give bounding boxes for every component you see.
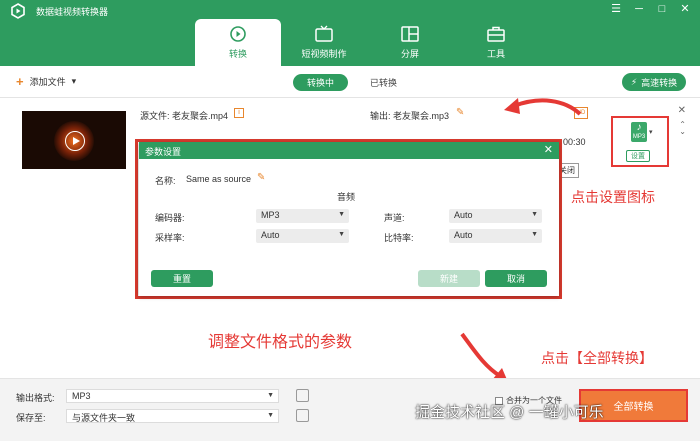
new-button[interactable]: 新建	[418, 270, 480, 287]
format-settings-highlight: ♪ MP3 ▾ 设置	[611, 116, 669, 167]
plus-icon: +	[16, 73, 24, 89]
tab-label: 转换	[228, 49, 247, 59]
output-format-value: MP3	[72, 391, 91, 401]
fast-convert-button[interactable]: ⚡ 高速转换	[622, 73, 686, 91]
annotation-click-convert-all: 点击【全部转换】	[541, 350, 653, 366]
format-settings-icon[interactable]	[296, 389, 309, 402]
source-label: 源文件:	[140, 111, 170, 121]
name-label: 名称:	[155, 176, 176, 186]
annotation-click-settings: 点击设置图标	[571, 189, 655, 205]
app-title: 数据蛙视频转换器	[36, 7, 109, 17]
channel-select[interactable]: Auto ▼	[449, 209, 542, 223]
output-format-select[interactable]: MP3 ▼	[66, 389, 279, 403]
dialog-title: 参数设置	[145, 147, 182, 157]
app-logo-icon	[11, 3, 25, 19]
output-file: 输出: 老友聚会.mp3	[370, 109, 449, 122]
audio-file-icon[interactable]: ♪ MP3	[631, 122, 647, 142]
convert-icon	[230, 26, 246, 42]
chevron-down-icon: ▼	[338, 231, 345, 238]
status-segment: 转换中 已转换	[293, 74, 411, 91]
tab-label: 分屏	[400, 49, 419, 59]
chevron-down-icon[interactable]: ▾	[72, 76, 77, 87]
duration: 00:30	[563, 137, 586, 147]
tab-split-screen[interactable]: 分屏	[367, 19, 453, 66]
tab-converted[interactable]: 已转换	[356, 74, 411, 91]
sample-rate-label: 采样率:	[155, 233, 185, 243]
video-thumbnail[interactable]	[22, 111, 126, 169]
cancel-button[interactable]: 取消	[485, 270, 547, 287]
close-button[interactable]: ✕	[678, 2, 692, 16]
annotation-adjust-params: 调整文件格式的参数	[208, 334, 353, 351]
folder-icon[interactable]	[296, 409, 309, 422]
chevron-down-icon: ▼	[531, 231, 538, 238]
dialog-header: 参数设置 ✕	[139, 142, 559, 159]
output-label: 输出:	[370, 111, 391, 121]
chevron-down-icon: ▼	[267, 392, 274, 399]
name-value: Same as source	[186, 174, 252, 184]
close-icon[interactable]: ✕	[544, 143, 553, 156]
add-file-label: 添加文件	[29, 77, 66, 87]
parameter-settings-dialog: 参数设置 ✕ 名称: Same as source ✎ 音频 编码器: MP3 …	[139, 142, 559, 296]
channel-value: Auto	[454, 210, 473, 220]
output-name: 老友聚会.mp3	[393, 111, 450, 121]
toolbar: + 添加文件 ▾ 转换中 已转换 ⚡ 高速转换	[0, 66, 700, 98]
lightning-icon: ⚡	[630, 76, 638, 87]
bitrate-value: Auto	[454, 230, 473, 240]
tab-convert[interactable]: 转换	[195, 19, 281, 66]
maximize-button[interactable]: □	[655, 2, 669, 16]
reset-button[interactable]: 重置	[151, 270, 213, 287]
play-icon[interactable]	[65, 131, 85, 151]
tab-tools[interactable]: 工具	[453, 19, 539, 66]
chevron-down-icon: ▼	[267, 412, 274, 419]
chevron-down-icon: ▼	[338, 211, 345, 218]
save-to-select[interactable]: 与源文件夹一致 ▼	[66, 409, 279, 423]
bitrate-label: 比特率:	[384, 233, 414, 243]
tab-converting[interactable]: 转换中	[293, 74, 349, 91]
tab-label: 工具	[486, 49, 505, 59]
split-screen-icon	[401, 26, 419, 42]
menu-icon[interactable]: ☰	[609, 2, 623, 16]
chevron-down-icon: ▼	[531, 211, 538, 218]
source-file: 源文件: 老友聚会.mp4	[140, 109, 228, 122]
edit-icon[interactable]: ✎	[257, 172, 265, 183]
settings-button[interactable]: 设置	[626, 150, 650, 162]
add-file-button[interactable]: + 添加文件 ▾	[16, 75, 76, 88]
chevron-down-icon[interactable]: ▾	[649, 128, 653, 136]
save-to-value: 与源文件夹一致	[72, 413, 136, 423]
source-name: 老友聚会.mp4	[172, 111, 229, 121]
reorder-icon[interactable]: ⌃ ⌄	[679, 121, 686, 136]
audio-section-title: 音频	[337, 192, 356, 202]
encoder-value: MP3	[261, 210, 280, 220]
tv-icon	[315, 25, 333, 42]
tab-short-video[interactable]: 短视频制作	[281, 19, 367, 66]
encoder-label: 编码器:	[155, 213, 185, 223]
sample-rate-select[interactable]: Auto ▼	[256, 229, 349, 243]
minimize-button[interactable]: ─	[632, 2, 646, 16]
edit-icon[interactable]: ✎	[456, 107, 464, 118]
fast-convert-label: 高速转换	[641, 77, 678, 88]
encoder-select[interactable]: MP3 ▼	[256, 209, 349, 223]
watermark: 掘金技术社区 @ 一罐小可乐	[415, 404, 604, 421]
bitrate-select[interactable]: Auto ▼	[449, 229, 542, 243]
save-to-label: 保存至:	[16, 413, 46, 423]
tab-label: 短视频制作	[301, 49, 347, 59]
arrow-to-settings	[504, 98, 582, 116]
remove-file-icon[interactable]: ✕	[678, 105, 686, 116]
info-icon[interactable]: i	[234, 108, 244, 118]
channel-label: 声道:	[384, 213, 405, 223]
sample-rate-value: Auto	[261, 230, 280, 240]
format-badge: MP3	[632, 134, 646, 140]
toolbox-icon	[487, 26, 505, 42]
output-format-label: 输出格式:	[16, 393, 55, 403]
